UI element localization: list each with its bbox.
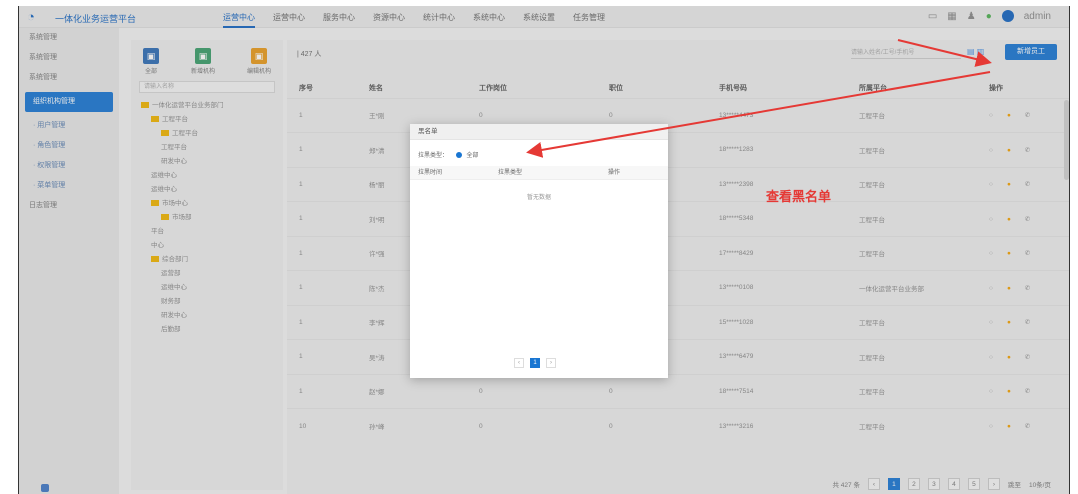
annotation-label: 查看黑名单 <box>766 189 832 204</box>
filter-label: 拉黑类型： <box>418 153 449 159</box>
dialog-title: 黑名单 <box>410 124 668 140</box>
filter-option-all[interactable]: 全部 <box>466 153 478 159</box>
radio-all[interactable] <box>455 152 462 159</box>
next-page-button[interactable]: › <box>546 358 556 368</box>
col-blacklist-type: 拉黑类型 <box>498 170 523 176</box>
col-blacklist-time: 拉黑时间 <box>418 170 443 176</box>
blacklist-type-filter: 拉黑类型： 全部 <box>410 140 668 166</box>
dialog-table-header: 拉黑时间 拉黑类型 操作 <box>410 166 668 180</box>
prev-page-button[interactable]: ‹ <box>514 358 524 368</box>
col-operation: 操作 <box>608 170 621 176</box>
blacklist-dialog: 黑名单 拉黑类型： 全部 拉黑时间 拉黑类型 操作 暂无数据 ‹ 1 › <box>410 124 668 378</box>
empty-state: 暂无数据 <box>526 195 551 201</box>
page-button[interactable]: 1 <box>530 358 540 368</box>
corner-icon <box>41 484 49 492</box>
dialog-pagination: ‹ 1 › <box>514 358 556 368</box>
